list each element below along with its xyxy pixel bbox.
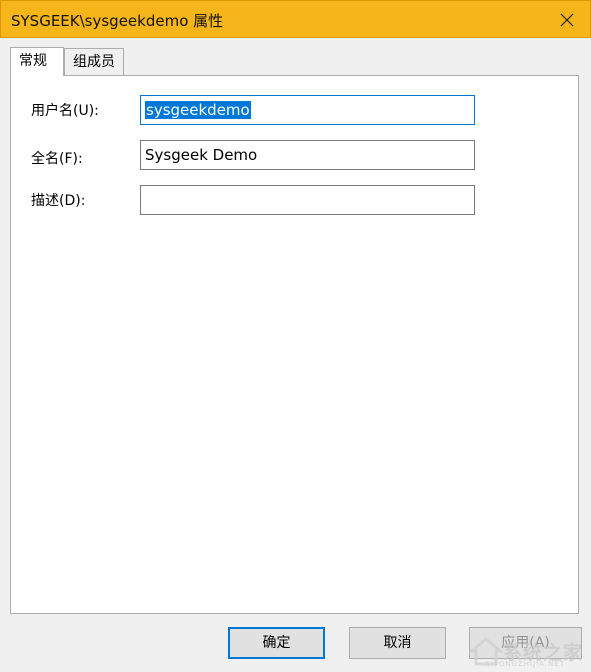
ok-button[interactable]: 确定: [228, 627, 325, 659]
username-value: sysgeekdemo: [145, 101, 251, 119]
tab-member-of-label: 组成员: [73, 54, 115, 70]
watermark-sub: XITONGZHIJIA.NET: [484, 660, 565, 668]
watermark: 系统之家 XITONGZHIJIA.NET: [468, 636, 583, 668]
description-field[interactable]: [140, 185, 475, 215]
fullname-field[interactable]: Sysgeek Demo: [140, 140, 475, 170]
username-label: 用户名(U):: [31, 103, 99, 119]
title-bar: SYSGEEK\sysgeekdemo 属性: [0, 0, 591, 38]
username-field[interactable]: sysgeekdemo: [140, 95, 475, 125]
description-label: 描述(D):: [31, 193, 86, 209]
window-title: SYSGEEK\sysgeekdemo 属性: [11, 12, 224, 30]
tab-general[interactable]: 常规: [10, 47, 64, 76]
tab-general-label: 常规: [19, 53, 47, 69]
fullname-label: 全名(F):: [31, 151, 83, 167]
tab-member-of[interactable]: 组成员: [64, 48, 124, 76]
close-icon: [560, 13, 574, 26]
cancel-button[interactable]: 取消: [349, 627, 446, 659]
close-button[interactable]: [544, 1, 590, 38]
tab-panel-general: 用户名(U): sysgeekdemo 全名(F): Sysgeek Demo …: [10, 75, 579, 614]
fullname-value: Sysgeek Demo: [145, 146, 258, 164]
